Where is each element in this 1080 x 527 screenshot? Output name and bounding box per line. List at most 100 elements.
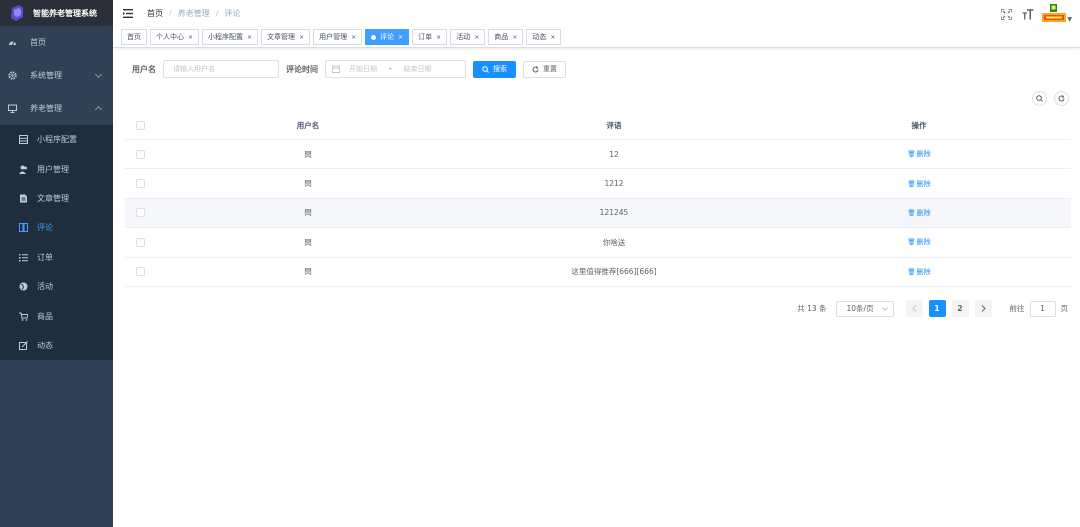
sidebar-item-home[interactable]: 首页 [0,26,113,59]
column-header-username: 用户名 [296,120,320,130]
date-range-picker[interactable]: 开始日期 - 结束日期 [325,60,466,78]
submenu-elderly: 小程序配置 用户管理 文章管理 评论 订单 活动 商品 动态 [0,125,113,361]
close-icon[interactable]: × [299,34,304,41]
prev-page-button[interactable] [905,300,923,317]
chevron-up-icon [94,105,103,114]
delete-button[interactable]: 🗑 删除 [907,149,930,159]
row-checkbox-cell [125,237,155,247]
dashboard-icon [8,38,17,47]
font-size-icon[interactable] [1022,8,1034,20]
tag-miniapp-config[interactable]: 小程序配置 × [202,29,259,45]
sidebar-item-users[interactable]: 用户管理 [0,154,113,183]
row-checkbox[interactable] [135,179,145,189]
delete-label: 删除 [916,150,931,159]
row-checkbox[interactable] [135,237,145,247]
sidebar-item-miniapp-config[interactable]: 小程序配置 [0,125,113,154]
delete-label: 删除 [916,267,931,276]
refresh-button[interactable] [1054,91,1069,106]
search-button[interactable]: 搜索 [473,60,516,78]
row-checkbox[interactable] [135,149,145,159]
close-icon[interactable]: × [512,34,517,41]
cell-username: 閆 [304,208,312,218]
page-size-select[interactable]: 10条/页 [835,300,894,317]
page-jumper: 前往 1 页 [1010,300,1069,317]
close-icon[interactable]: × [550,34,555,41]
tag-products[interactable]: 商品 × [488,29,524,45]
close-icon[interactable]: × [398,34,403,41]
tag-feeds[interactable]: 动态 × [526,29,562,45]
sidebar-item-comments[interactable]: 评论 [0,213,113,242]
tag-profile[interactable]: 个人中心 × [150,29,200,45]
caret-down-icon[interactable]: ▼ [1067,16,1072,23]
tag-users[interactable]: 用户管理 × [313,29,363,45]
end-date-placeholder: 结束日期 [403,65,432,73]
close-icon[interactable]: × [436,34,441,41]
columns-icon [19,223,28,233]
close-icon[interactable]: × [474,34,479,41]
app-logo-icon [11,5,23,21]
username-input[interactable]: 请输入用户名 [163,60,279,78]
close-icon[interactable]: × [351,34,356,41]
select-all-checkbox[interactable] [135,120,145,130]
sidebar-item-label: 评论 [37,223,53,233]
sidebar-item-articles[interactable]: 文章管理 [0,184,113,213]
sidebar-item-products[interactable]: 商品 [0,301,113,330]
reset-button[interactable]: 重置 [523,60,566,78]
table-row: 閆 1212 🗑 删除 [125,169,1071,199]
monitor-icon [8,104,17,113]
sidebar-item-system[interactable]: 系统管理 [0,59,113,92]
toggle-search-button[interactable] [1032,91,1047,106]
cell-actions: 🗑 删除 [767,208,1071,218]
table-header: 用户名 评语 操作 [125,111,1071,140]
breadcrumb-separator: / [169,9,172,18]
delete-button[interactable]: 🗑 删除 [907,179,930,189]
cell-actions: 🗑 删除 [767,179,1071,189]
sidebar-item-feeds[interactable]: 动态 [0,331,113,360]
cell-comment: 1212 [604,179,624,189]
tag-activities[interactable]: 活动 × [450,29,486,45]
tag-label: 商品 [494,33,509,41]
row-checkbox[interactable] [135,208,145,218]
tag-orders[interactable]: 订单 × [412,29,448,45]
sidebar-item-label: 商品 [37,311,53,321]
avatar[interactable] [1042,4,1067,24]
search-icon [482,65,489,73]
breadcrumb-item-home[interactable]: 首页 [147,8,163,19]
tag-articles[interactable]: 文章管理 × [261,29,311,45]
page-1-button[interactable]: 1 [928,300,946,317]
page-2-button[interactable]: 2 [951,300,969,317]
delete-button[interactable]: 🗑 删除 [907,237,930,247]
fullscreen-icon[interactable] [1000,8,1012,20]
table-row: 閆 121245 🗑 删除 [125,198,1071,229]
main-content: 用户名 请输入用户名 评论时间 开始日期 - 结束日期 搜索 重置 用户名 评语… [113,48,1080,527]
close-icon[interactable]: × [247,34,252,41]
sidebar-item-label: 订单 [37,252,53,262]
grid-icon [19,135,28,145]
active-dot-icon [371,34,377,40]
breadcrumb-item-comments: 评论 [224,9,241,18]
trash-icon: 🗑 [907,150,916,159]
row-checkbox[interactable] [135,267,145,277]
sidebar-item-activities[interactable]: 活动 [0,272,113,301]
delete-button[interactable]: 🗑 删除 [907,267,930,277]
trash-icon: 🗑 [907,267,916,276]
page-size-value: 10条/页 [846,304,874,313]
tag-comments[interactable]: 评论 × [365,29,410,45]
comments-table: 用户名 评语 操作 閆 12 🗑 删除 閆 1212 🗑 删除 閆 121245 🗑… [125,111,1071,287]
users-icon [19,165,28,174]
sidebar-item-label: 动态 [37,340,53,350]
tag-home[interactable]: 首页 [121,29,147,45]
sidebar-item-orders[interactable]: 订单 [0,243,113,272]
tag-label: 首页 [127,33,141,41]
jump-page-input[interactable]: 1 [1029,300,1056,317]
sidebar-item-label: 系统管理 [30,71,62,80]
close-icon[interactable]: × [188,34,193,41]
delete-button[interactable]: 🗑 删除 [907,208,930,218]
sidebar-item-elderly[interactable]: 养老管理 [0,92,113,125]
tag-label: 文章管理 [267,33,296,41]
refresh-icon [1058,95,1065,102]
next-page-button[interactable] [974,300,992,317]
jump-suffix: 页 [1060,304,1069,313]
sidebar-item-label: 活动 [37,282,53,292]
hamburger-icon[interactable] [123,9,133,18]
